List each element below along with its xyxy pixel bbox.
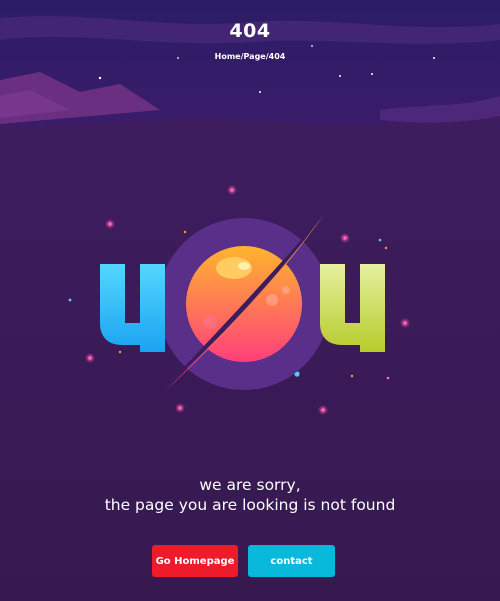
breadcrumb[interactable]: Home/Page/404 [0,52,500,61]
digit-four-left [100,264,165,352]
page-title: 404 [229,20,271,42]
error-message: we are sorry, the page you are looking i… [0,475,500,515]
contact-button[interactable]: contact [248,545,335,577]
go-homepage-button[interactable]: Go Homepage [152,545,238,577]
digit-four-right [320,264,385,352]
error-message-line1: we are sorry, [199,476,301,494]
page-header: 404 Home/Page/404 [0,0,500,140]
error-message-line2: the page you are looking is not found [104,496,396,514]
